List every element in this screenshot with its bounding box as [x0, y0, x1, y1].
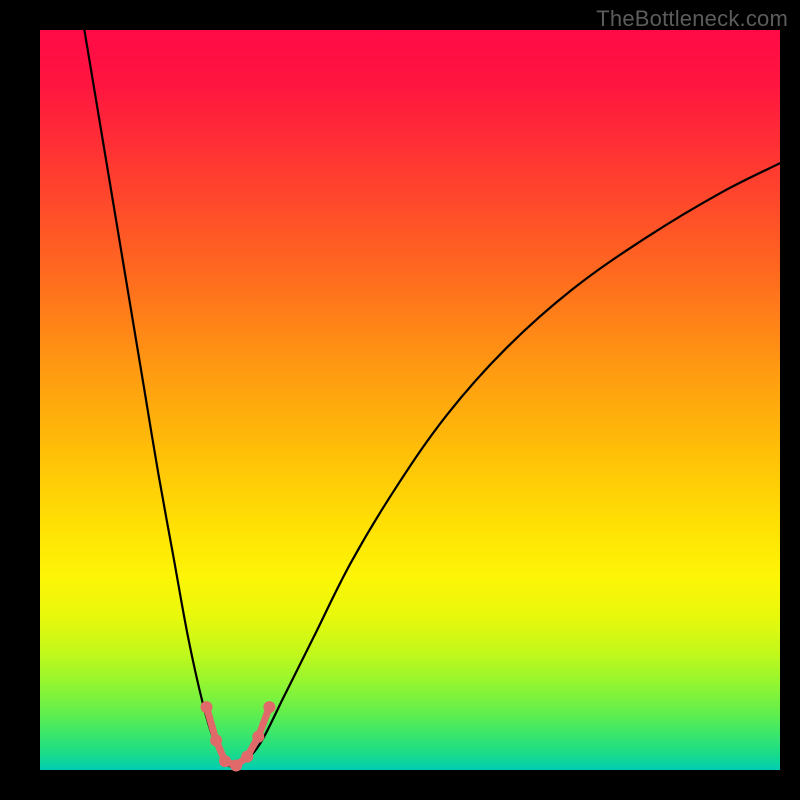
- watermark-text: TheBottleneck.com: [596, 6, 788, 32]
- chart-frame: TheBottleneck.com: [0, 0, 800, 800]
- trough-dot-3: [230, 760, 242, 772]
- trough-dot-5: [252, 731, 264, 743]
- trough-dot-4: [241, 751, 253, 763]
- plot-area: [40, 30, 780, 770]
- chart-svg: [40, 30, 780, 770]
- trough-dot-2: [219, 755, 231, 767]
- trough-dot-1: [210, 734, 222, 746]
- trough-dot-6: [263, 701, 275, 713]
- trough-markers: [201, 701, 276, 771]
- trough-dot-0: [201, 701, 213, 713]
- bottleneck-curve: [84, 30, 780, 767]
